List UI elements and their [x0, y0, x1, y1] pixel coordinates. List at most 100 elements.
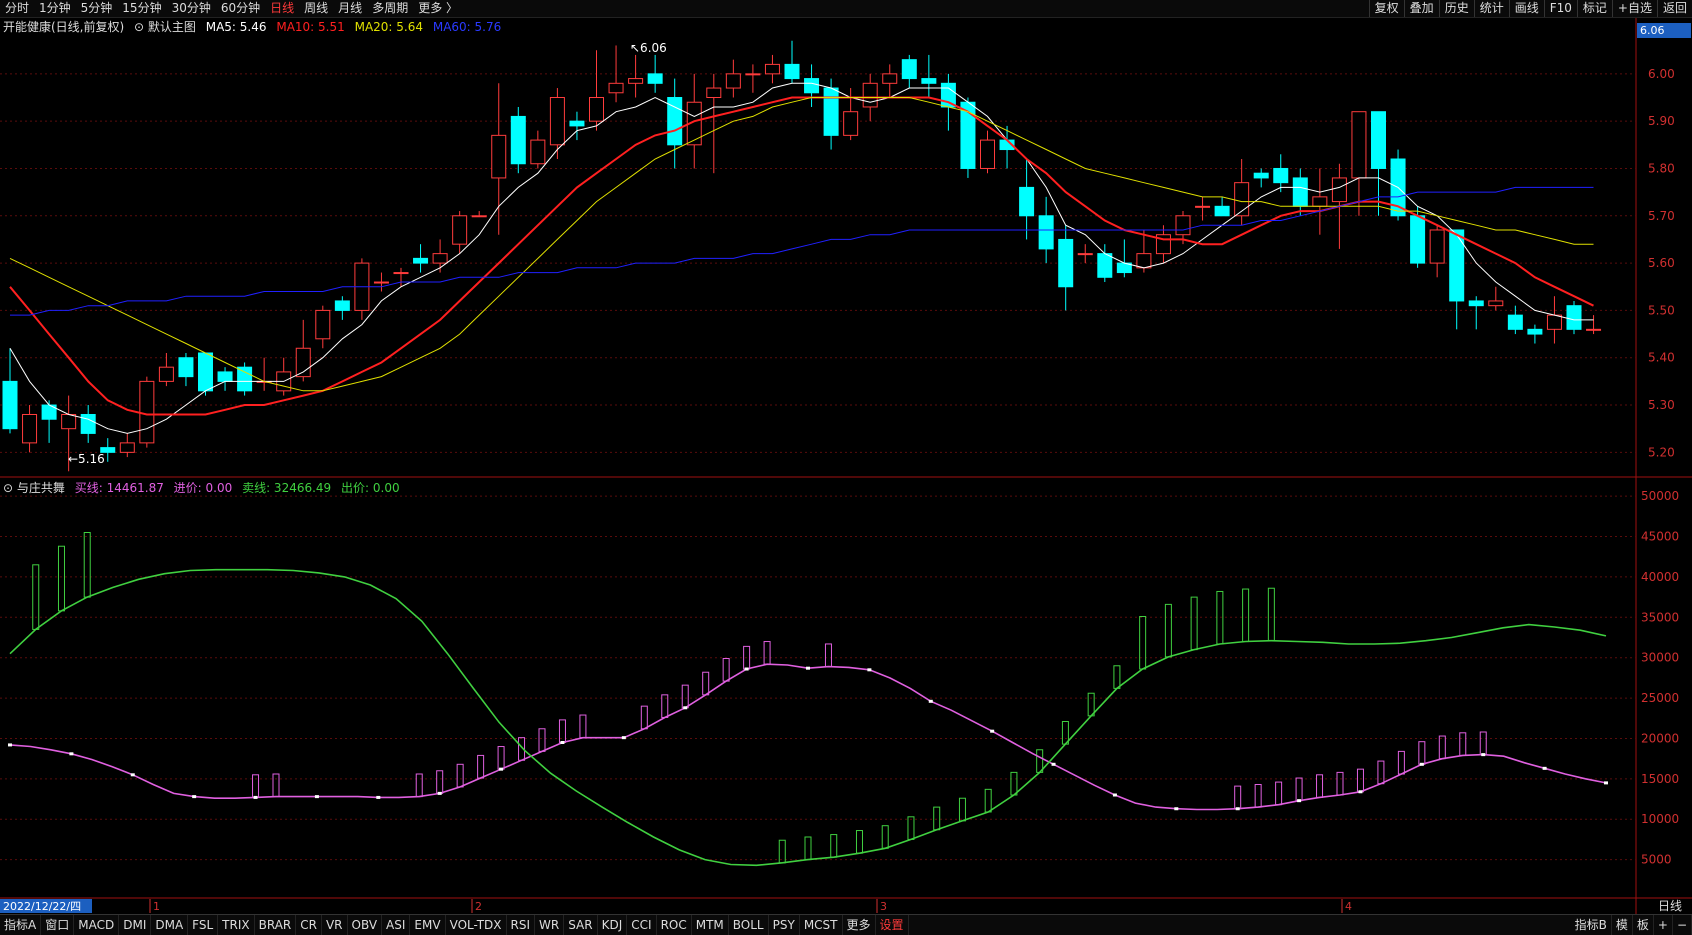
indicator-tab-12[interactable]: EMV: [410, 915, 446, 935]
period-tab-4[interactable]: 30分钟: [167, 0, 216, 17]
indicator-tab-10[interactable]: OBV: [348, 915, 383, 935]
bottom-right-btn-0[interactable]: 指标B: [1571, 915, 1612, 935]
indicator-legend: ⊙ 与庄共舞 买线: 14461.87 进价: 0.00 卖线: 32466.4…: [3, 479, 406, 496]
period-tab-2[interactable]: 5分钟: [76, 0, 118, 17]
month-label-2: 3: [880, 900, 887, 913]
indicator-tab-13[interactable]: VOL-TDX: [446, 915, 507, 935]
main-chart-legend: 开能健康(日线,前复权) ⊙ 默认主图 MA5: 5.46 MA10: 5.51…: [3, 18, 507, 35]
price-tick-4: 5.60: [1648, 256, 1675, 270]
candle-body-22: [432, 253, 448, 264]
bottom-right-btn-3[interactable]: +: [1654, 915, 1673, 935]
candle-body-56: [1097, 253, 1113, 278]
period-tab-3[interactable]: 15分钟: [117, 0, 166, 17]
indicator-tab-22[interactable]: PSY: [769, 915, 800, 935]
indicator-tab-15[interactable]: WR: [535, 915, 565, 935]
toolbar-action-7[interactable]: +自选: [1611, 0, 1657, 17]
indicator-tab-20[interactable]: MTM: [692, 915, 729, 935]
candle-body-17: [334, 300, 350, 311]
bottom-right-btn-2[interactable]: 板: [1633, 915, 1654, 935]
candle-body-60: [1175, 215, 1191, 236]
buy-marker-6: [130, 773, 135, 777]
period-tab-6[interactable]: 日线: [265, 0, 299, 17]
candle-body-50: [980, 139, 995, 169]
bottom-right-btn-1[interactable]: 模: [1612, 915, 1633, 935]
indicator-tab-bar: 指标A 窗口 MACD DMI DMA FSL TRIX BRAR CR VR OBV ASI EMV V…: [0, 914, 1692, 935]
in-price-legend: 进价: 0.00: [173, 481, 233, 495]
buy-marker-9: [192, 795, 197, 799]
template-label[interactable]: ⊙ 默认主图: [134, 20, 196, 34]
indicator-tab-11[interactable]: ASI: [382, 915, 411, 935]
buy-marker-69: [1419, 762, 1424, 766]
buy-spike-12: [252, 774, 260, 798]
out-price-legend: 出价: 0.00: [341, 481, 400, 495]
buy-marker-27: [560, 741, 565, 744]
period-tab-5[interactable]: 60分钟: [216, 0, 265, 17]
indicator-tab-19[interactable]: ROC: [657, 915, 692, 935]
price-tick-2: 5.80: [1648, 161, 1675, 175]
indicator-tab-16[interactable]: SAR: [564, 915, 598, 935]
ind-tick-5: 25000: [1641, 691, 1679, 705]
candle-body-67: [1312, 196, 1328, 207]
indicator-tab-24[interactable]: 更多: [843, 915, 876, 935]
indicator-tab-17[interactable]: KDJ: [598, 915, 628, 935]
period-tab-8[interactable]: 月线: [333, 0, 367, 17]
period-tab-9[interactable]: 多周期: [367, 0, 413, 17]
indicator-tab-25[interactable]: 设置: [876, 915, 909, 935]
sell-spike-49: [1267, 587, 1275, 642]
ind-tick-4: 30000: [1641, 651, 1679, 665]
toolbar-action-6[interactable]: 标记: [1576, 0, 1612, 17]
sell-spike-33: [855, 830, 863, 854]
bottom-right-btn-4[interactable]: −: [1673, 915, 1692, 935]
candle-body-28: [549, 97, 565, 146]
sell-spike-48: [1242, 588, 1250, 643]
indicator-tab-6[interactable]: TRIX: [218, 915, 255, 935]
indicator-tab-23[interactable]: MCST: [800, 915, 843, 935]
toolbar-action-5[interactable]: F10: [1543, 0, 1577, 17]
indicator-tab-14[interactable]: RSI: [507, 915, 536, 935]
buy-spike-23: [477, 754, 485, 779]
price-tick-0: 6.00: [1648, 67, 1675, 81]
indicator-tab-4[interactable]: DMA: [151, 915, 189, 935]
buy-spike-34: [702, 671, 710, 696]
candle-body-65: [1273, 167, 1289, 184]
indicator-tab-7[interactable]: BRAR: [255, 915, 297, 935]
buy-spike-35: [722, 658, 730, 682]
candle-body-12: [237, 366, 253, 392]
candle-body-39: [764, 63, 780, 75]
period-tab-1[interactable]: 1分钟: [34, 0, 76, 17]
period-tab-0[interactable]: 分时: [0, 0, 34, 17]
indicator-tab-1[interactable]: 窗口: [41, 915, 75, 935]
toolbar-action-2[interactable]: 历史: [1438, 0, 1474, 17]
indicator-tab-21[interactable]: BOLL: [729, 915, 769, 935]
indicator-tab-5[interactable]: FSL: [188, 915, 219, 935]
buy-marker-45: [928, 699, 933, 703]
candle-body-10: [198, 352, 213, 392]
toolbar-action-3[interactable]: 统计: [1473, 0, 1509, 17]
stock-title: 开能健康(日线,前复权): [3, 20, 125, 34]
candle-body-42: [823, 87, 839, 136]
toolbar-action-4[interactable]: 画线: [1508, 0, 1544, 17]
buy-marker-63: [1297, 799, 1302, 803]
indicator-tab-18[interactable]: CCI: [627, 915, 657, 935]
buy-spike-31: [640, 705, 648, 730]
indicator-tab-3[interactable]: DMI: [119, 915, 152, 935]
indicator-tab-9[interactable]: VR: [322, 915, 348, 935]
toolbar-action-1[interactable]: 叠加: [1403, 0, 1439, 17]
sell-spike-31: [804, 836, 812, 861]
candle-body-21: [413, 257, 429, 264]
period-tab-7[interactable]: 周线: [299, 0, 333, 17]
indicator-tab-8[interactable]: CR: [296, 915, 322, 935]
indicator-tab-2[interactable]: MACD: [74, 915, 120, 935]
sell-spike-37: [958, 797, 966, 822]
ind-tick-9: 5000: [1641, 853, 1672, 867]
buy-spike-21: [436, 770, 444, 794]
indicator-name[interactable]: ⊙ 与庄共舞: [3, 481, 65, 495]
candle-body-58: [1136, 253, 1152, 269]
toolbar-action-0[interactable]: 复权: [1368, 0, 1404, 17]
candle-body-46: [901, 59, 917, 80]
period-tab-10[interactable]: 更多 〉: [413, 0, 463, 17]
candle-body-75: [1468, 300, 1484, 307]
indicator-tab-0[interactable]: 指标A: [0, 915, 42, 935]
chart-canvas[interactable]: 6.00 5.90 5.80 5.70 5.60 5.50 5.40 5.30 5.20 ↖6.0…: [0, 0, 1692, 934]
toolbar-action-8[interactable]: 返回: [1656, 0, 1692, 17]
